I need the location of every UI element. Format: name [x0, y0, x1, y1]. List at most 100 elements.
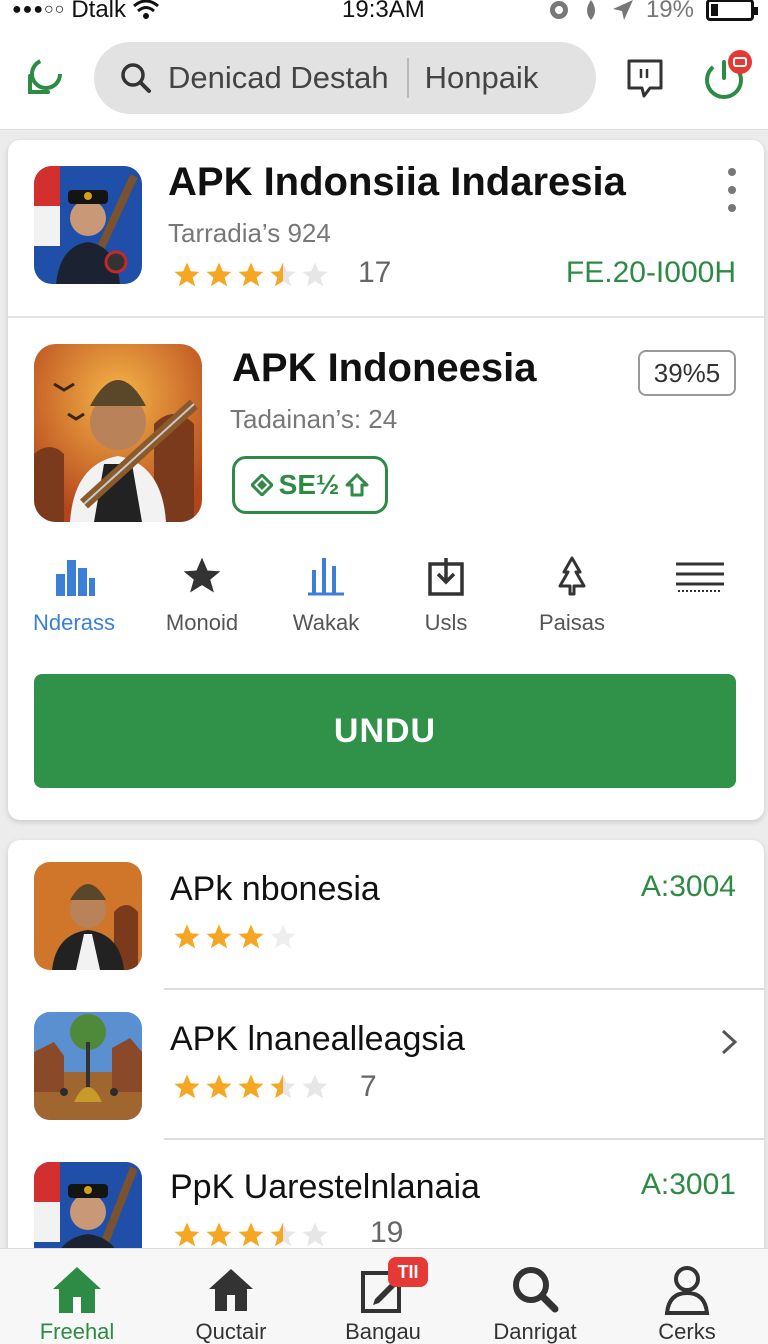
star-icon — [174, 924, 200, 949]
rating-stars — [172, 922, 298, 952]
profile-icon — [664, 1266, 710, 1315]
search-bar[interactable]: Denicad Destah Honpaik — [94, 42, 596, 114]
install-button[interactable]: UNDU — [34, 674, 736, 788]
power-icon[interactable] — [700, 48, 756, 104]
app-icon — [34, 344, 202, 522]
search-icon — [513, 1267, 559, 1313]
app-title: PpK Uarestelnlanaia — [170, 1168, 480, 1206]
star-icon — [174, 262, 200, 287]
search-query: Denicad Destah — [168, 60, 389, 95]
star-half-icon — [270, 1222, 296, 1247]
battery-percent: 19% — [645, 0, 694, 23]
status-right: 19% — [548, 0, 758, 24]
nav-cerks[interactable]: Cerks — [622, 1263, 752, 1344]
home-outline-icon — [209, 1269, 253, 1311]
install-label: UNDU — [333, 711, 437, 750]
app-icon — [34, 862, 142, 970]
nav-label: Cerks — [658, 1319, 716, 1344]
location-arrow-icon — [612, 0, 633, 20]
alarm-icon — [549, 1, 568, 19]
star-icon — [238, 262, 264, 287]
star-icon — [174, 1222, 200, 1247]
battery-icon — [706, 0, 758, 21]
bottom-navigation: Freehal Quctair TII Bangau Danrigat Cerk… — [0, 1248, 768, 1344]
status-time: 19:3AM — [342, 0, 425, 23]
app-price: A:3001 — [640, 1168, 736, 1201]
list-item[interactable]: APk nbonesia A:3004 — [8, 840, 764, 990]
star-icon — [238, 1074, 264, 1099]
nav-freehal[interactable]: Freehal — [12, 1263, 142, 1344]
app-developer: Tarradia’s 924 — [168, 218, 331, 248]
tab-label: Usls — [424, 610, 468, 635]
tab-monoid[interactable]: Monoid — [142, 554, 262, 636]
nav-label: Freehal — [39, 1319, 115, 1344]
star-empty-icon — [302, 1074, 328, 1099]
app-title: APK lnanealleagsia — [170, 1020, 465, 1058]
tab-menu[interactable] — [640, 554, 760, 610]
message-icon[interactable] — [626, 58, 664, 100]
review-count: 7 — [360, 1070, 377, 1103]
featured-app-row[interactable]: APK Indonsiia Indaresia Tarradia’s 924 1… — [8, 140, 764, 318]
search-divider — [406, 58, 409, 98]
tab-label: Paisas — [538, 610, 606, 635]
nav-quctair[interactable]: Quctair — [166, 1263, 296, 1344]
wifi-icon — [133, 0, 159, 19]
category-tabs: Nderass Monoid Wakak Usls Paisas — [8, 554, 764, 650]
list-item[interactable]: APK lnanealleagsia 7 — [8, 990, 764, 1140]
star-icon — [174, 1074, 200, 1099]
nav-danrigat[interactable]: Danrigat — [470, 1263, 600, 1344]
tab-usls[interactable]: Usls — [386, 554, 506, 636]
star-empty-icon — [302, 1222, 328, 1247]
star-icon — [206, 1222, 232, 1247]
app-list: APk nbonesia A:3004 APK lnanealleagsia 7… — [8, 840, 764, 1260]
tab-label: Monoid — [165, 610, 239, 635]
tree-icon — [558, 556, 586, 596]
search-icon — [121, 63, 151, 93]
tab-label: Wakak — [292, 610, 360, 635]
tab-label: Nderass — [33, 610, 115, 635]
star-icon — [238, 924, 264, 949]
app-title[interactable]: APK Indoneesia — [232, 346, 537, 391]
star-empty-icon — [270, 924, 296, 949]
home-up-icon — [345, 473, 369, 497]
star-icon — [183, 557, 221, 593]
bar-chart-icon — [56, 560, 95, 596]
app-title: APk nbonesia — [170, 870, 380, 908]
nav-label: Quctair — [195, 1319, 267, 1344]
drop-icon — [586, 0, 595, 20]
nav-label: Danrigat — [493, 1319, 577, 1344]
app-price: FE.20-I000H — [565, 256, 736, 289]
nav-label: Bangau — [345, 1319, 421, 1344]
tab-wakak[interactable]: Wakak — [266, 554, 386, 636]
rating-stars — [172, 260, 330, 290]
status-left: ●●●○○ Dtalk — [12, 0, 160, 24]
star-half-icon — [270, 262, 296, 287]
star-icon — [206, 262, 232, 287]
tab-nderass[interactable]: Nderass — [14, 554, 134, 636]
app-icon — [34, 1162, 142, 1260]
back-icon[interactable] — [22, 52, 66, 102]
app-price: A:3004 — [640, 870, 736, 903]
carrier-name: Dtalk — [71, 0, 127, 23]
menu-icon — [676, 562, 724, 592]
rating-stars — [172, 1072, 330, 1102]
home-icon — [53, 1267, 101, 1313]
feature-tag-button[interactable]: SE½ — [232, 456, 388, 514]
nav-bangau[interactable]: TII Bangau — [318, 1257, 448, 1344]
signal-dots-icon: ●●●○○ — [12, 1, 66, 18]
tab-paisas[interactable]: Paisas — [512, 554, 632, 636]
status-bar: ●●●○○ Dtalk 19:3AM 19% — [0, 0, 768, 28]
search-scope[interactable]: Honpaik — [425, 60, 539, 96]
app-developer: Tadainan’s: 24 — [230, 404, 398, 434]
star-empty-icon — [302, 262, 328, 287]
chevron-right-icon[interactable] — [720, 1028, 738, 1056]
notification-badge: TII — [388, 1257, 428, 1287]
more-options-icon[interactable] — [728, 168, 738, 224]
star-icon — [206, 1074, 232, 1099]
featured-card: APK Indonsiia Indaresia Tarradia’s 924 1… — [8, 140, 764, 820]
list-item[interactable]: PpK Uarestelnlanaia 19 A:3001 — [8, 1140, 764, 1260]
app-title[interactable]: APK Indonsiia Indaresia — [168, 160, 626, 205]
stats-icon — [308, 558, 344, 596]
discount-badge: 39%5 — [638, 350, 736, 396]
review-count: 17 — [358, 256, 392, 289]
